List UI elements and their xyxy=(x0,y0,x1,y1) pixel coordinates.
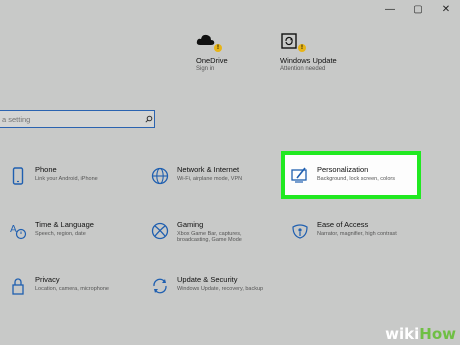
cloud-icon: ! xyxy=(196,32,222,52)
tile-phone[interactable]: Phone Link your Android, iPhone xyxy=(7,165,137,195)
search-input[interactable] xyxy=(0,113,144,125)
tile-personalization[interactable]: Personalization Background, lock screen,… xyxy=(289,165,419,195)
watermark-how: How xyxy=(419,325,456,343)
window-controls: — ▢ ✕ xyxy=(376,0,460,18)
tile-description: Xbox Game Bar, captures, broadcasting, G… xyxy=(177,231,242,243)
status-title: Windows Update xyxy=(280,56,337,65)
phone-icon xyxy=(7,165,29,185)
warning-badge: ! xyxy=(214,44,222,52)
tile-privacy[interactable]: Privacy Location, camera, microphone xyxy=(7,275,137,305)
update-icon: ! xyxy=(280,32,306,52)
time-language-icon: A xyxy=(7,220,29,240)
tile-title: Network & Internet xyxy=(177,165,240,174)
tile-title: Update & Security xyxy=(177,275,238,284)
paint-icon xyxy=(289,165,311,183)
minimize-button[interactable]: — xyxy=(376,0,404,18)
status-subtitle: Sign in xyxy=(196,66,215,72)
tile-time-language[interactable]: A Time & Language Speech, region, date xyxy=(7,220,137,250)
tile-title: Phone xyxy=(35,165,57,174)
tile-title: Time & Language xyxy=(35,220,94,229)
sync-icon xyxy=(149,275,171,295)
tile-title: Ease of Access xyxy=(317,220,369,229)
settings-search-box[interactable] xyxy=(0,110,155,128)
globe-icon xyxy=(149,165,171,185)
tile-description: Link your Android, iPhone xyxy=(35,176,98,182)
windows-update-status[interactable]: ! Windows Update Attention needed xyxy=(280,32,337,72)
close-button[interactable]: ✕ xyxy=(432,0,460,18)
lock-icon xyxy=(7,275,29,295)
tile-description: Windows Update, recovery, backup xyxy=(177,286,264,292)
wikihow-watermark: wiki How xyxy=(385,323,456,345)
tile-title: Gaming xyxy=(177,220,204,229)
tile-description: Background, lock screen, colors xyxy=(317,176,395,182)
tile-update-security[interactable]: Update & Security Windows Update, recove… xyxy=(149,275,279,305)
status-title: OneDrive xyxy=(196,56,228,65)
search-icon[interactable] xyxy=(144,114,154,124)
onedrive-status[interactable]: ! OneDrive Sign in xyxy=(196,32,228,72)
tile-gaming[interactable]: Gaming Xbox Game Bar, captures, broadcas… xyxy=(149,220,279,250)
tile-ease-of-access[interactable]: Ease of Access Narrator, magnifier, high… xyxy=(289,220,419,250)
tile-description: Speech, region, date xyxy=(35,231,86,237)
tile-title: Personalization xyxy=(317,165,369,174)
watermark-wiki: wiki xyxy=(385,325,420,343)
maximize-button[interactable]: ▢ xyxy=(404,0,432,18)
xbox-icon xyxy=(149,220,171,240)
tile-title: Privacy xyxy=(35,275,60,284)
tile-network-internet[interactable]: Network & Internet Wi-Fi, airplane mode,… xyxy=(149,165,279,195)
tile-description: Narrator, magnifier, high contrast xyxy=(317,231,397,237)
ease-of-access-icon xyxy=(289,220,311,240)
tile-description: Wi-Fi, airplane mode, VPN xyxy=(177,176,243,182)
warning-badge: ! xyxy=(298,44,306,52)
tile-description: Location, camera, microphone xyxy=(35,286,109,292)
status-subtitle: Attention needed xyxy=(280,66,326,72)
